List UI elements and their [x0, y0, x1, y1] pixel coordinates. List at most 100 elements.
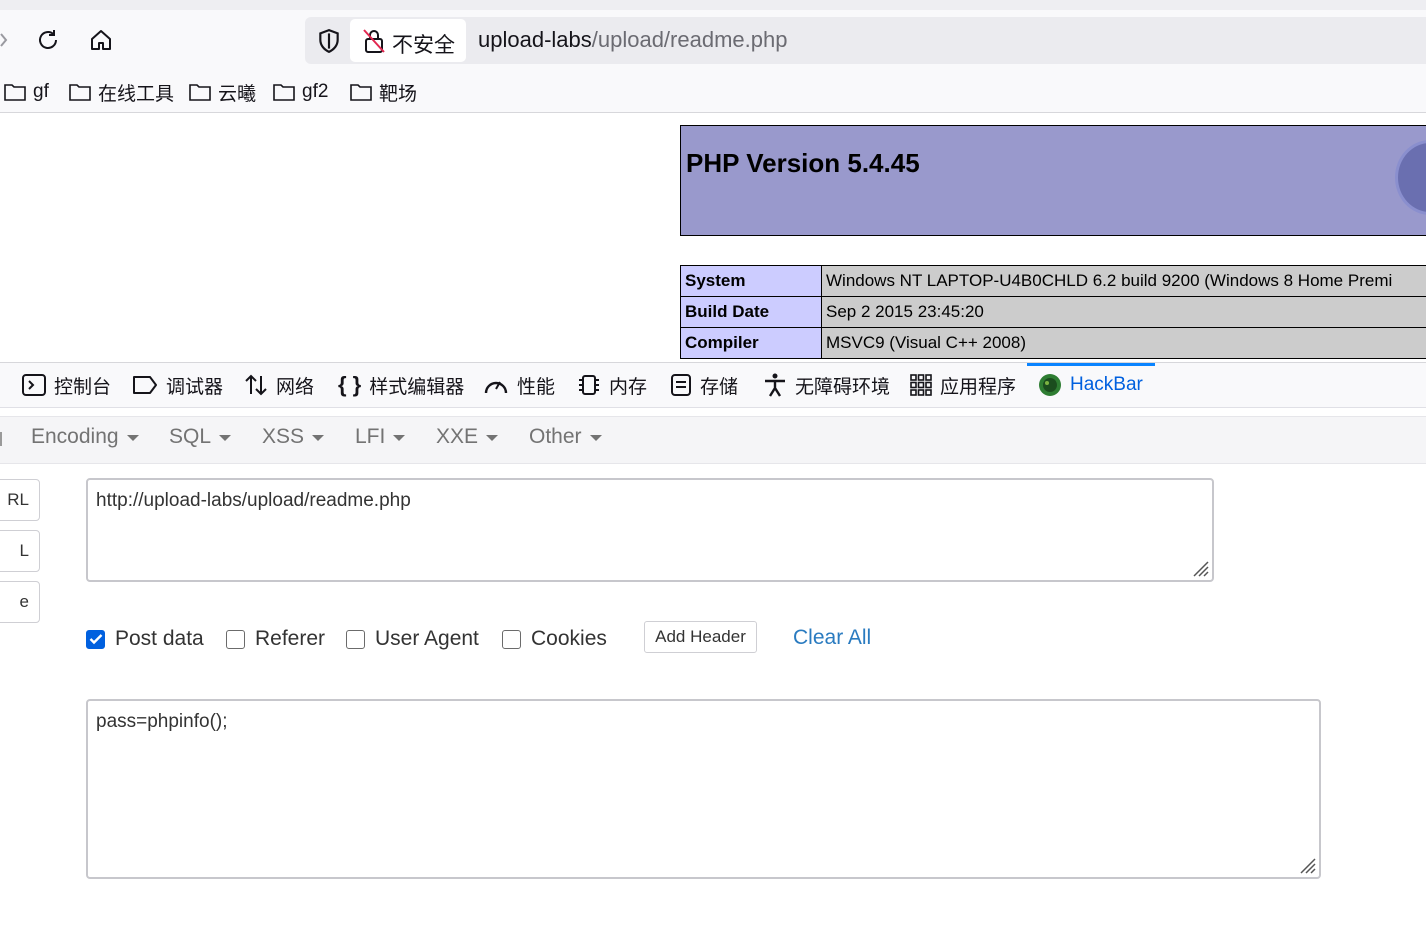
menu-lfi[interactable]: LFI — [355, 425, 405, 449]
tab-console[interactable]: 控制台 — [22, 363, 111, 407]
menu-label: SQL — [169, 425, 211, 449]
menu-label: LFI — [355, 425, 385, 449]
tracking-protection-icon[interactable] — [316, 28, 342, 59]
home-button[interactable] — [85, 24, 117, 56]
checkbox-label: Referer — [255, 627, 325, 651]
chevron-down-icon — [127, 435, 139, 441]
bookmark-gf[interactable]: gf — [4, 79, 49, 105]
chevron-down-icon — [590, 435, 602, 441]
memory-icon — [577, 373, 601, 397]
resize-grip-icon[interactable] — [1296, 854, 1316, 874]
chevron-down-icon — [312, 435, 324, 441]
application-icon — [910, 374, 932, 396]
menu-sql[interactable]: SQL — [169, 425, 231, 449]
bookmark-online-tools[interactable]: 在线工具 — [69, 79, 174, 105]
tab-accessibility[interactable]: 无障碍环境 — [763, 363, 890, 407]
bookmark-label: 在线工具 — [98, 79, 174, 106]
storage-icon — [670, 373, 692, 397]
bookmark-label: gf2 — [302, 81, 328, 103]
button-label: RL — [7, 490, 29, 510]
split-url-button[interactable]: L — [0, 530, 40, 572]
menu-encoding[interactable]: Encoding — [31, 425, 139, 449]
resize-grip-icon[interactable] — [1189, 557, 1209, 577]
post-data-checkbox[interactable]: Post data — [86, 627, 204, 651]
url-value: http://upload-labs/upload/readme.php — [96, 490, 411, 511]
cookies-checkbox[interactable]: Cookies — [502, 627, 607, 651]
php-info-header — [680, 125, 1426, 236]
menu-xss[interactable]: XSS — [262, 425, 324, 449]
chevron-down-icon — [219, 435, 231, 441]
tab-debugger[interactable]: 调试器 — [132, 363, 223, 407]
insecure-lock-icon — [362, 28, 386, 59]
active-tab-indicator — [1027, 363, 1155, 366]
reload-button[interactable] — [32, 24, 64, 56]
bookmark-label: 云曦 — [218, 79, 256, 106]
bookmark-gf2[interactable]: gf2 — [273, 79, 328, 105]
tab-label: 无障碍环境 — [795, 372, 890, 399]
bookmark-range[interactable]: 靶场 — [350, 79, 417, 105]
chevron-down-icon — [486, 435, 498, 441]
bookmark-yunxi[interactable]: 云曦 — [189, 79, 256, 105]
execute-button[interactable]: e — [0, 581, 40, 623]
bookmark-label: 靶场 — [379, 79, 417, 106]
info-key: Compiler — [681, 328, 822, 359]
hackbar-icon — [1038, 373, 1062, 397]
tab-network[interactable]: 网络 — [244, 363, 314, 407]
checkbox-icon — [346, 630, 365, 649]
checkbox-label: Post data — [115, 627, 204, 651]
checkbox-checked-icon — [86, 630, 105, 649]
menu-other[interactable]: Other — [529, 425, 602, 449]
security-label: 不安全 — [392, 29, 455, 59]
table-row: System Windows NT LAPTOP-U4B0CHLD 6.2 bu… — [681, 266, 1426, 297]
checkbox-label: User Agent — [375, 627, 479, 651]
address-bar[interactable] — [305, 17, 1426, 64]
tab-label: 性能 — [517, 372, 555, 399]
accessibility-icon — [763, 372, 787, 398]
folder-icon — [69, 83, 91, 101]
folder-icon — [273, 83, 295, 101]
button-label: e — [20, 592, 29, 612]
php-info-table: System Windows NT LAPTOP-U4B0CHLD 6.2 bu… — [680, 265, 1426, 359]
reload-icon — [36, 28, 60, 52]
home-icon — [89, 28, 113, 52]
tab-style-editor[interactable]: { } 样式编辑器 — [338, 363, 464, 407]
add-header-button[interactable]: Add Header — [644, 621, 757, 653]
checkbox-icon — [226, 630, 245, 649]
menu-edge — [0, 432, 6, 446]
menu-label: Encoding — [31, 425, 119, 449]
table-row: Compiler MSVC9 (Visual C++ 2008) — [681, 328, 1426, 359]
menu-xxe[interactable]: XXE — [436, 425, 498, 449]
tab-memory[interactable]: 内存 — [577, 363, 647, 407]
menu-label: XSS — [262, 425, 304, 449]
url-host: upload-labs — [478, 27, 592, 52]
tab-label: 应用程序 — [940, 372, 1016, 399]
url-textarea[interactable]: http://upload-labs/upload/readme.php — [86, 478, 1214, 582]
tab-label: 样式编辑器 — [369, 372, 464, 399]
user-agent-checkbox[interactable]: User Agent — [346, 627, 479, 651]
tab-label: 网络 — [276, 372, 314, 399]
info-value: Sep 2 2015 23:45:20 — [822, 297, 1426, 328]
tab-label: 控制台 — [54, 372, 111, 399]
tab-application[interactable]: 应用程序 — [910, 363, 1016, 407]
table-row: Build Date Sep 2 2015 23:45:20 — [681, 297, 1426, 328]
info-value: MSVC9 (Visual C++ 2008) — [822, 328, 1426, 359]
post-data-textarea[interactable]: pass=phpinfo(); — [86, 699, 1321, 879]
url-text[interactable]: upload-labs/upload/readme.php — [478, 27, 787, 53]
tab-hackbar[interactable]: HackBar — [1038, 363, 1143, 407]
info-value: Windows NT LAPTOP-U4B0CHLD 6.2 build 920… — [822, 266, 1426, 297]
clear-all-link[interactable]: Clear All — [793, 626, 871, 650]
tab-storage[interactable]: 存储 — [670, 363, 738, 407]
forward-arrow-icon[interactable] — [0, 33, 8, 52]
button-label: L — [20, 541, 29, 561]
menu-label: XXE — [436, 425, 478, 449]
tab-performance[interactable]: 性能 — [483, 363, 555, 407]
load-url-button[interactable]: RL — [0, 479, 40, 521]
style-editor-icon: { } — [338, 372, 361, 398]
php-version-title: PHP Version 5.4.45 — [686, 148, 920, 179]
folder-icon — [350, 83, 372, 101]
chevron-down-icon — [393, 435, 405, 441]
referer-checkbox[interactable]: Referer — [226, 627, 325, 651]
checkbox-label: Cookies — [531, 627, 607, 651]
folder-icon — [4, 83, 26, 101]
debugger-icon — [132, 375, 158, 395]
